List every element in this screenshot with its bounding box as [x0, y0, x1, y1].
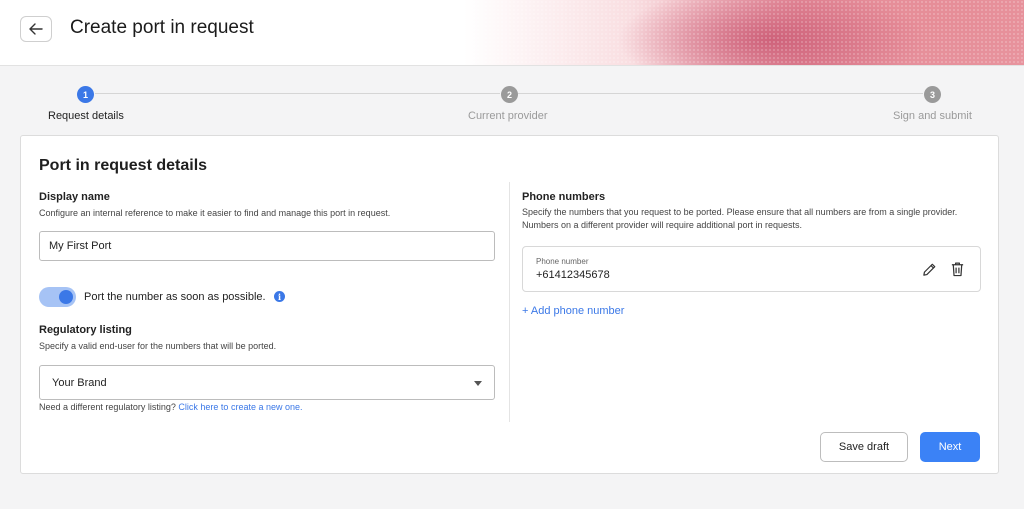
- step-3-indicator[interactable]: 3: [924, 86, 941, 103]
- regulatory-help: Specify a valid end-user for the numbers…: [39, 341, 277, 351]
- pencil-icon: [922, 263, 935, 276]
- toggle-knob: [59, 290, 73, 304]
- regulatory-select-value: Your Brand: [52, 377, 107, 389]
- arrow-left-icon: [29, 23, 43, 35]
- regulatory-label: Regulatory listing: [39, 324, 132, 336]
- trash-icon: [951, 262, 963, 277]
- back-button[interactable]: [20, 16, 52, 42]
- edit-phone-button[interactable]: [920, 260, 938, 278]
- phone-number-value: +61412345678: [536, 269, 610, 281]
- port-request-card: Port in request details Display name Con…: [20, 135, 999, 474]
- delete-phone-button[interactable]: [948, 260, 966, 278]
- asap-toggle[interactable]: [39, 287, 76, 307]
- regulatory-note-text: Need a different regulatory listing?: [39, 402, 179, 412]
- regulatory-select[interactable]: Your Brand: [39, 365, 495, 400]
- asap-toggle-label: Port the number as soon as possible.: [84, 291, 266, 303]
- step-2-label[interactable]: Current provider: [468, 110, 547, 122]
- next-button[interactable]: Next: [920, 432, 980, 462]
- create-regulatory-link[interactable]: Click here to create a new one.: [178, 402, 302, 412]
- phone-number-field-label: Phone number: [536, 257, 589, 266]
- phone-numbers-help: Specify the numbers that you request to …: [522, 207, 958, 230]
- regulatory-note: Need a different regulatory listing? Cli…: [39, 402, 303, 412]
- step-connector: [95, 93, 500, 94]
- save-draft-button[interactable]: Save draft: [820, 432, 908, 462]
- display-name-help: Configure an internal reference to make …: [39, 208, 391, 218]
- page-header: Create port in request: [0, 0, 1024, 66]
- step-1-label[interactable]: Request details: [48, 110, 124, 122]
- phone-numbers-label: Phone numbers: [522, 191, 606, 203]
- phone-number-item: Phone number +61412345678: [522, 246, 981, 292]
- step-2-indicator[interactable]: 2: [501, 86, 518, 103]
- page-title: Create port in request: [70, 17, 254, 38]
- chevron-down-icon: [474, 381, 482, 386]
- stepper: 1 Request details 2 Current provider 3 S…: [0, 84, 1024, 126]
- column-divider: [509, 182, 510, 422]
- step-1-indicator[interactable]: 1: [77, 86, 94, 103]
- display-name-label: Display name: [39, 191, 110, 203]
- step-3-label[interactable]: Sign and submit: [893, 110, 972, 122]
- add-phone-number-link[interactable]: + Add phone number: [522, 305, 624, 317]
- display-name-input[interactable]: [39, 231, 495, 261]
- info-icon[interactable]: i: [274, 291, 285, 302]
- step-connector: [518, 93, 923, 94]
- header-decoration: [464, 0, 1024, 65]
- card-title: Port in request details: [39, 157, 208, 174]
